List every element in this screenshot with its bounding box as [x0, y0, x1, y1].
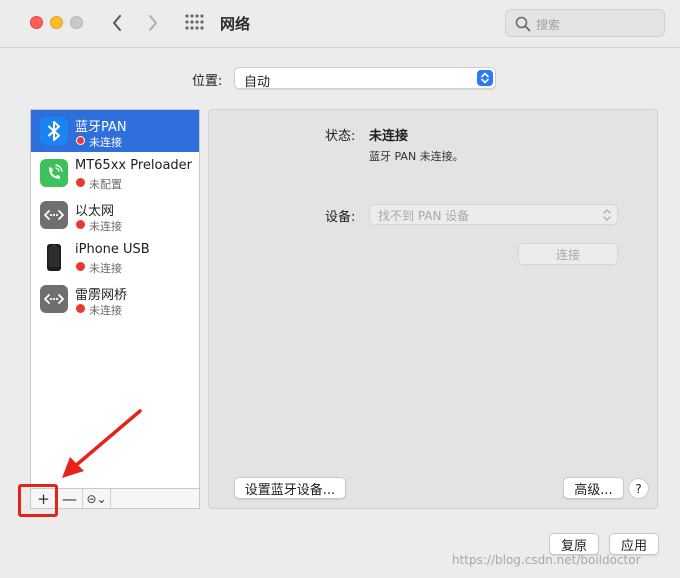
- toolbar: 网络 搜索: [0, 0, 680, 48]
- connect-button[interactable]: 连接: [518, 243, 618, 265]
- help-button[interactable]: ?: [628, 478, 649, 499]
- service-name: 雷雳网桥: [75, 288, 128, 303]
- updown-chevron-icon: [603, 209, 611, 221]
- revert-button[interactable]: 复原: [549, 533, 599, 555]
- phone-modem-icon: [40, 159, 68, 187]
- service-item-iphone-usb[interactable]: iPhone USB 未连接: [31, 236, 199, 278]
- service-item-bluetooth-pan[interactable]: 蓝牙PAN 未连接: [31, 110, 199, 152]
- remove-service-button[interactable]: —: [57, 489, 83, 508]
- status-dot: [76, 220, 85, 229]
- action-menu-button[interactable]: ⊝⌄: [83, 489, 111, 508]
- service-item-thunderbolt-bridge[interactable]: 雷雳网桥 未连接: [31, 278, 199, 320]
- service-status: 未配置: [89, 178, 122, 191]
- status-description: 蓝牙 PAN 未连接。: [369, 150, 464, 163]
- search-icon: [515, 16, 531, 32]
- status-dot: [76, 178, 85, 187]
- status-value: 未连接: [369, 129, 409, 144]
- back-button[interactable]: [106, 11, 128, 35]
- iphone-icon: [40, 243, 68, 271]
- service-status: 未连接: [89, 136, 122, 149]
- status-dot: [76, 304, 85, 313]
- service-status: 未连接: [89, 220, 122, 233]
- service-name: 以太网: [75, 204, 115, 219]
- service-item-ethernet[interactable]: 以太网 未连接: [31, 194, 199, 236]
- device-select[interactable]: 找不到 PAN 设备: [369, 204, 618, 225]
- device-label: 设备:: [325, 210, 356, 225]
- status-dot: [76, 136, 85, 145]
- apply-button[interactable]: 应用: [609, 533, 659, 555]
- annotation-arrow-icon: [62, 409, 142, 478]
- service-status: 未连接: [89, 304, 122, 317]
- location-label: 位置:: [192, 74, 223, 89]
- detail-pane: [208, 109, 658, 509]
- device-value: 找不到 PAN 设备: [378, 209, 470, 223]
- status-label: 状态:: [325, 129, 356, 144]
- window-title: 网络: [220, 15, 251, 33]
- updown-chevron-icon: [477, 70, 493, 86]
- zoom-window-button[interactable]: [70, 16, 83, 29]
- status-dot: [76, 262, 85, 271]
- service-name: MT65xx Preloader: [75, 158, 193, 173]
- service-name: 蓝牙PAN: [75, 120, 127, 135]
- thunderbolt-bridge-icon: [40, 285, 68, 313]
- annotation-highlight-box: [18, 484, 58, 517]
- location-value: 自动: [244, 75, 271, 90]
- advanced-button[interactable]: 高级...: [563, 477, 624, 499]
- close-window-button[interactable]: [30, 16, 43, 29]
- setup-bluetooth-device-button[interactable]: 设置蓝牙设备...: [234, 477, 346, 499]
- chevron-right-icon: [149, 15, 157, 31]
- ethernet-icon: [40, 201, 68, 229]
- location-select[interactable]: 自动: [234, 67, 496, 90]
- search-placeholder: 搜索: [536, 18, 561, 32]
- service-name: iPhone USB: [75, 242, 150, 257]
- service-item-mt65xx-preloader[interactable]: MT65xx Preloader 未配置: [31, 152, 199, 194]
- chevron-left-icon: [113, 15, 121, 31]
- grid-icon: [185, 14, 204, 30]
- network-preferences-window: 网络 搜索 位置: 自动 蓝牙PAN 未连接 MT65xx Preloader: [0, 0, 680, 578]
- show-all-button[interactable]: [184, 13, 206, 33]
- minimize-window-button[interactable]: [50, 16, 63, 29]
- bluetooth-icon: [40, 117, 68, 145]
- watermark: https://blog.csdn.net/boildoctor: [452, 553, 641, 567]
- service-status: 未连接: [89, 262, 122, 275]
- search-field[interactable]: 搜索: [505, 9, 665, 37]
- forward-button[interactable]: [142, 11, 164, 35]
